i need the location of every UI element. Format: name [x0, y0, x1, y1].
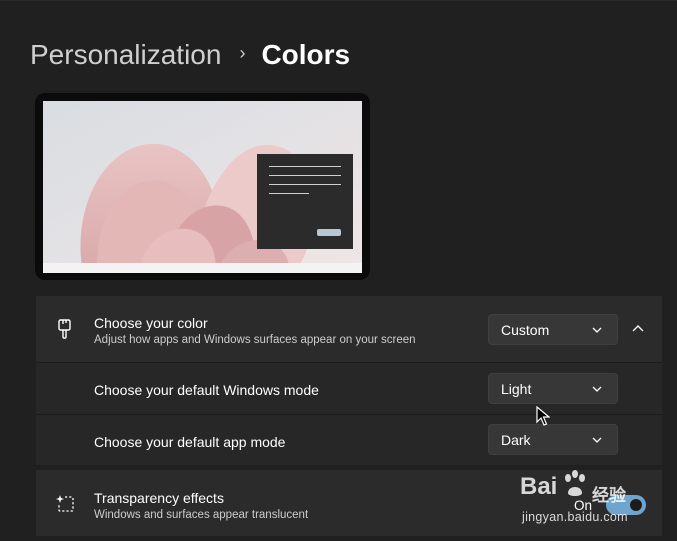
watermark-url: jingyan.baidu.com [522, 510, 628, 524]
transparency-description: Windows and surfaces appear translucent [94, 509, 309, 521]
preview-button [317, 229, 341, 236]
paintbrush-icon [58, 319, 71, 339]
breadcrumb-parent-link[interactable]: Personalization [30, 39, 221, 71]
paw-icon [565, 470, 585, 496]
windows-mode-dropdown[interactable]: Light [488, 373, 618, 404]
page-title: Colors [261, 39, 351, 70]
preview-text-line [269, 175, 341, 176]
chevron-down-icon [592, 386, 602, 392]
preview-app-window [257, 154, 353, 249]
windows-mode-title: Choose your default Windows mode [94, 382, 319, 398]
color-mode-dropdown[interactable]: Custom [488, 314, 618, 345]
color-mode-value: Custom [501, 321, 550, 338]
sparkle-icon [56, 495, 74, 512]
app-mode-value: Dark [501, 431, 531, 448]
windows-mode-value: Light [501, 380, 532, 397]
breadcrumb: Personalization › Colors [30, 39, 350, 71]
app-mode-dropdown[interactable]: Dark [488, 424, 618, 455]
baidu-watermark: Bai 经验 jingyan.baidu.com [520, 467, 650, 527]
windows-mode-row: Choose your default Windows mode Light [36, 363, 662, 414]
chevron-down-icon [592, 327, 602, 333]
app-mode-title: Choose your default app mode [94, 434, 286, 450]
choose-color-title: Choose your color [94, 315, 208, 331]
mouse-cursor-icon [536, 406, 550, 426]
transparency-title: Transparency effects [94, 490, 224, 506]
preview-text-line [269, 166, 341, 167]
choose-color-card: Choose your color Adjust how apps and Wi… [36, 296, 662, 362]
app-mode-row: Choose your default app mode Dark [36, 415, 662, 465]
breadcrumb-separator: › [239, 42, 246, 63]
watermark-logo-suffix: 经验 [592, 486, 626, 505]
preview-text-line [269, 193, 309, 194]
chevron-up-icon[interactable] [630, 321, 646, 337]
colors-settings-page: Personalization › Colors Choose your col… [0, 0, 677, 541]
preview-taskbar [43, 263, 362, 273]
choose-color-description: Adjust how apps and Windows surfaces app… [94, 334, 416, 346]
chevron-down-icon [592, 437, 602, 443]
preview-wallpaper [43, 101, 362, 273]
theme-preview [35, 93, 370, 280]
watermark-logo-text: Bai [520, 473, 558, 500]
preview-text-line [269, 184, 341, 185]
